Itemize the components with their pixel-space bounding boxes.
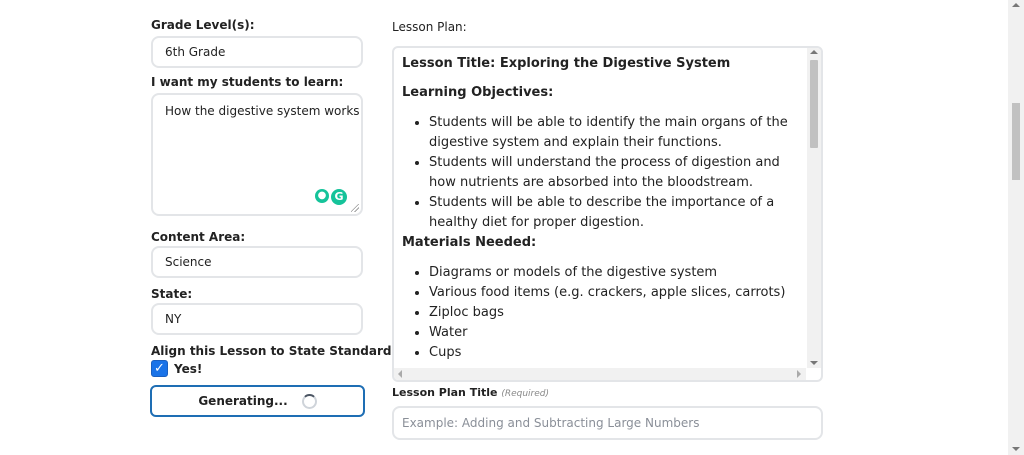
lesson-plan-title-label: Lesson Plan Title (Required) [392,386,549,399]
lightbulb-icon[interactable]: ● [315,189,329,203]
writing-extension[interactable]: ● G [315,189,347,205]
list-item: Students will be able to describe the im… [429,193,792,233]
content-area-label: Content Area: [151,230,246,244]
page-scroll-down-icon[interactable] [1012,447,1020,451]
resize-handle[interactable] [351,204,359,212]
checkmark-icon: ✓ [154,361,165,376]
list-item: Students will be able to identify the ma… [429,113,792,153]
scroll-left-icon[interactable] [398,370,402,378]
page-scrollbar[interactable] [1008,0,1024,455]
scroll-down-icon[interactable] [810,361,818,365]
page-scroll-thumb[interactable] [1012,103,1020,180]
align-standards-checkbox[interactable]: ✓ [151,360,168,377]
scroll-up-icon[interactable] [810,50,818,54]
list-item: Students will understand the process of … [429,153,792,193]
content-area-input[interactable]: Science [151,246,363,278]
list-item: Water [429,323,792,343]
page-scroll-up-icon[interactable] [1012,3,1020,7]
lesson-plan-content: Lesson Title: Exploring the Digestive Sy… [402,54,792,363]
list-item: Cups [429,343,792,363]
lesson-plan-title-placeholder: Example: Adding and Subtracting Large Nu… [402,416,700,430]
align-standards-label: Align this Lesson to State Standards? [151,344,406,358]
lesson-plan-label: Lesson Plan: [392,20,467,34]
list-item: Various food items (e.g. crackers, apple… [429,283,792,303]
scroll-thumb[interactable] [810,60,818,148]
state-label: State: [151,287,193,301]
lesson-plan-title-label-text: Lesson Plan Title [392,386,498,399]
state-input[interactable]: NY [151,303,363,335]
learn-label: I want my students to learn: [151,75,344,89]
lesson-title-heading: Lesson Title: Exploring the Digestive Sy… [402,56,731,71]
align-yes-label: Yes! [174,362,203,376]
grade-level-label: Grade Level(s): [151,18,255,32]
generating-button-label: Generating... [198,394,288,408]
materials-heading: Materials Needed: [402,235,537,250]
grade-level-input[interactable]: 6th Grade [151,36,363,68]
list-item: Ziploc bags [429,303,792,323]
generating-button[interactable]: Generating... [150,385,365,417]
loading-spinner-icon [301,393,317,409]
list-item: Diagrams or models of the digestive syst… [429,263,792,283]
grammarly-icon[interactable]: G [331,189,347,205]
objectives-list: Students will be able to identify the ma… [402,113,792,233]
lesson-plan-vertical-scrollbar[interactable] [807,48,821,368]
learn-textarea[interactable]: How the digestive system works ● G [151,93,363,216]
objectives-heading: Learning Objectives: [402,85,554,100]
materials-list: Diagrams or models of the digestive syst… [402,263,792,363]
lesson-plan-horizontal-scrollbar[interactable] [394,368,806,380]
lesson-plan-output[interactable]: Lesson Title: Exploring the Digestive Sy… [392,46,823,382]
scroll-right-icon[interactable] [797,370,801,378]
learn-textarea-value: How the digestive system works [165,104,360,118]
required-note: (Required) [501,389,549,399]
lesson-plan-title-input[interactable]: Example: Adding and Subtracting Large Nu… [392,406,823,440]
